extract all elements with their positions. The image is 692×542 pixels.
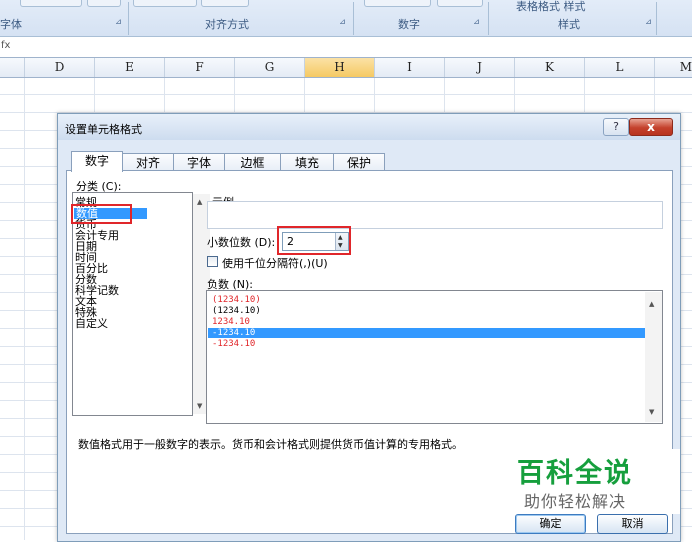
- scroll-down-icon[interactable]: ▼: [197, 402, 202, 410]
- negative-format-list[interactable]: (1234.10) (1234.10) 1234.10 -1234.10 -12…: [206, 290, 663, 424]
- group-separator: [656, 2, 657, 35]
- scroll-up-icon[interactable]: ▲: [649, 300, 654, 308]
- group-label-alignment: 对齐方式: [205, 18, 249, 31]
- dialog-launcher-icon[interactable]: ⊿: [338, 17, 347, 26]
- category-list[interactable]: 常规 数值 货币 会计专用 日期 时间 百分比 分数 科学记数 文本 特殊 自定…: [72, 192, 210, 416]
- group-label-styles: 样式: [558, 18, 580, 31]
- column-header-f[interactable]: F: [165, 58, 235, 77]
- column-header-partial[interactable]: [0, 58, 25, 77]
- negative-format-item[interactable]: (1234.10): [208, 295, 648, 305]
- group-separator: [488, 2, 489, 35]
- watermark-title: 百科全说: [517, 458, 633, 489]
- group-label-font: 字体: [0, 18, 22, 31]
- dialog-launcher-icon[interactable]: ⊿: [472, 17, 481, 26]
- category-item[interactable]: 自定义: [73, 318, 108, 329]
- group-separator: [128, 2, 129, 35]
- ribbon-control[interactable]: [437, 0, 483, 7]
- column-header-l[interactable]: L: [585, 58, 655, 77]
- watermark-subtitle: 助你轻松解决: [524, 492, 627, 511]
- ribbon-control[interactable]: [201, 0, 249, 7]
- watermark-logo: 百科全说 助你轻松解决: [495, 449, 680, 514]
- column-header-e[interactable]: E: [95, 58, 165, 77]
- scroll-up-icon[interactable]: ▲: [197, 198, 202, 206]
- ribbon-control[interactable]: [364, 0, 431, 7]
- ribbon: 表格格式 样式 字体 ⊿ 对齐方式 ⊿ 数字 ⊿ 样式 ⊿: [0, 0, 692, 37]
- format-description: 数值格式用于一般数字的表示。货币和会计格式则提供货币值计算的专用格式。: [78, 438, 463, 451]
- annotation-highlight-box: [277, 226, 351, 255]
- column-header-d[interactable]: D: [25, 58, 95, 77]
- negative-format-item[interactable]: -1234.10: [208, 339, 648, 349]
- column-header-m[interactable]: M: [655, 58, 692, 77]
- formula-bar[interactable]: fx: [0, 37, 692, 58]
- scroll-down-icon[interactable]: ▼: [649, 408, 654, 416]
- dialog-launcher-icon[interactable]: ⊿: [644, 17, 653, 26]
- tab-number[interactable]: 数字: [71, 151, 123, 172]
- ribbon-style-buttons[interactable]: 表格格式 样式: [516, 0, 586, 14]
- ok-button[interactable]: 确定: [515, 514, 586, 534]
- column-header-i[interactable]: I: [375, 58, 445, 77]
- fx-icon[interactable]: fx: [1, 40, 10, 51]
- negative-format-scrollbar[interactable]: ▲ ▼: [645, 292, 662, 422]
- column-headers: D E F G H I J K L M: [0, 58, 692, 78]
- dialog-titlebar[interactable]: 设置单元格格式 ? x: [58, 114, 680, 140]
- close-button[interactable]: x: [629, 118, 673, 136]
- dialog-launcher-icon[interactable]: ⊿: [114, 17, 123, 26]
- negative-format-item[interactable]: (1234.10): [208, 306, 648, 316]
- cancel-button[interactable]: 取消: [597, 514, 668, 534]
- format-cells-dialog: 设置单元格格式 ? x 数字 对齐 字体 边框 填充 保护 分类 (C): 常规…: [57, 113, 681, 542]
- column-header-h[interactable]: H: [305, 58, 375, 77]
- thousands-separator-label[interactable]: 使用千位分隔符(,)(U): [222, 255, 328, 271]
- negative-format-item-selected[interactable]: -1234.10: [208, 328, 648, 338]
- group-label-number: 数字: [398, 18, 420, 31]
- thousands-separator-checkbox[interactable]: [207, 256, 218, 267]
- help-button[interactable]: ?: [603, 118, 629, 136]
- group-separator: [353, 2, 354, 35]
- column-header-k[interactable]: K: [515, 58, 585, 77]
- dialog-title: 设置单元格格式: [65, 123, 142, 136]
- ribbon-control[interactable]: [20, 0, 82, 7]
- column-header-g[interactable]: G: [235, 58, 305, 77]
- annotation-highlight-box: [71, 204, 132, 224]
- column-header-j[interactable]: J: [445, 58, 515, 77]
- decimal-places-label: 小数位数 (D):: [207, 236, 276, 249]
- grid-line: [0, 94, 692, 95]
- ribbon-control[interactable]: [133, 0, 197, 7]
- negative-format-item[interactable]: 1234.10: [208, 317, 648, 327]
- ribbon-control[interactable]: [87, 0, 121, 7]
- sample-preview: [207, 201, 663, 229]
